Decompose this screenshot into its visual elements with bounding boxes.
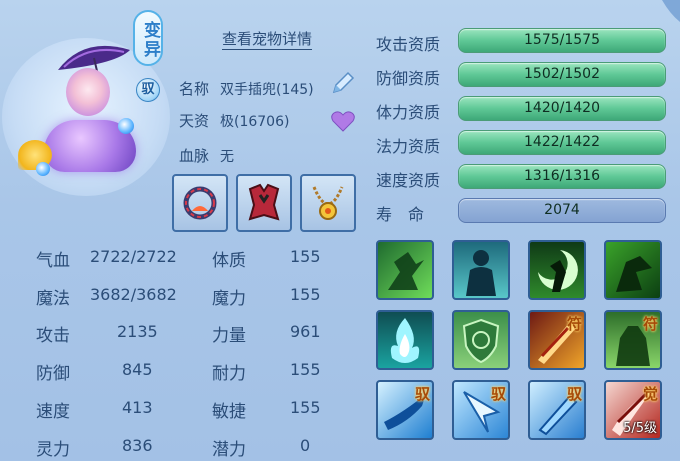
bloodline-label: 血脉: [179, 147, 210, 165]
magic-value: 155: [290, 285, 321, 304]
defense-aptitude-bar: 1502/1502: [458, 62, 666, 87]
shadow-figure-icon: [466, 250, 496, 296]
mana-aptitude-bar: 1422/1422: [458, 130, 666, 155]
hp-value: 2722/2722: [90, 247, 177, 266]
green-shield-icon: [462, 318, 500, 364]
talent-value: 极(16706): [220, 114, 290, 130]
moon-assassin-icon: [538, 250, 578, 292]
skill-slot-7[interactable]: 符: [528, 310, 586, 370]
attack-aptitude-bar: 1575/1575: [458, 28, 666, 53]
orb-icon: [118, 118, 134, 134]
stamina-aptitude-label: 体力资质: [376, 103, 441, 122]
running-warrior-icon: [388, 252, 424, 290]
speed-value: 413: [122, 398, 153, 417]
attack-label: 攻击: [36, 326, 70, 346]
pet-character: [66, 68, 110, 116]
control-tag: 驭: [566, 385, 582, 403]
blue-flame-icon: [390, 318, 420, 363]
mp-value: 3682/3682: [90, 285, 177, 304]
talent-label: 天资: [179, 112, 210, 130]
skill-level: 5/5级: [623, 421, 657, 436]
mana-aptitude-label: 法力资质: [376, 137, 441, 156]
endurance-value: 155: [290, 360, 321, 379]
defense-label: 防御: [36, 364, 70, 384]
awaken-tag: 觉: [642, 385, 658, 403]
agility-value: 155: [290, 398, 321, 417]
potential-value: 0: [300, 436, 311, 455]
corner-ornament-icon: [662, 0, 680, 22]
strength-value: 961: [290, 322, 321, 341]
strength-label: 力量: [212, 326, 246, 346]
speed-label: 速度: [36, 402, 70, 422]
gold-amulet-icon: [312, 186, 344, 220]
pet-name: 双手插兜(145): [220, 82, 314, 98]
constitution-value: 155: [290, 247, 321, 266]
magic-label: 魔力: [212, 289, 246, 309]
skill-slot-12[interactable]: 觉 5/5级: [604, 380, 662, 440]
equip-slot-3[interactable]: [300, 174, 356, 232]
spirit-value: 836: [122, 436, 153, 455]
yu-badge[interactable]: 驭: [136, 78, 160, 102]
control-tag: 驭: [490, 385, 506, 403]
lifespan-label: 寿 命: [376, 205, 425, 224]
view-pet-details-link[interactable]: 查看宠物详情: [222, 28, 312, 49]
stamina-aptitude-bar: 1420/1420: [458, 96, 666, 121]
skill-slot-5[interactable]: [376, 310, 434, 370]
speed-aptitude-label: 速度资质: [376, 171, 441, 190]
skill-slot-2[interactable]: [452, 240, 510, 300]
spirit-label: 灵力: [36, 440, 70, 460]
potential-label: 潜力: [212, 440, 246, 460]
control-tag: 驭: [414, 385, 430, 403]
bloodline-value: 无: [220, 149, 234, 165]
equip-slot-2[interactable]: [236, 174, 292, 232]
defense-value: 845: [122, 360, 153, 379]
green-claw-icon: [616, 256, 652, 292]
skill-slot-6[interactable]: [452, 310, 510, 370]
lifespan-bar: 2074: [458, 198, 666, 223]
name-label: 名称: [179, 80, 210, 98]
endurance-label: 耐力: [212, 364, 246, 384]
red-gem-bracelet-icon: [183, 186, 217, 220]
variant-badge: 变异: [133, 10, 163, 66]
heart-icon[interactable]: [331, 110, 355, 132]
skill-slot-8[interactable]: 符: [604, 310, 662, 370]
skill-slot-9[interactable]: 驭: [376, 380, 434, 440]
mp-label: 魔法: [36, 289, 70, 309]
skill-slot-1[interactable]: [376, 240, 434, 300]
skill-slot-3[interactable]: [528, 240, 586, 300]
constitution-label: 体质: [212, 251, 246, 271]
rune-tag: 符: [642, 315, 658, 333]
equip-slot-1[interactable]: [172, 174, 228, 232]
defense-aptitude-label: 防御资质: [376, 69, 441, 88]
orb-icon: [36, 162, 50, 176]
edit-name-icon[interactable]: [330, 70, 356, 96]
skill-slot-10[interactable]: 驭: [452, 380, 510, 440]
hp-label: 气血: [36, 251, 70, 271]
attack-value: 2135: [117, 322, 158, 341]
skill-slot-4[interactable]: [604, 240, 662, 300]
speed-aptitude-bar: 1316/1316: [458, 164, 666, 189]
red-armor-icon: [248, 183, 280, 221]
attack-aptitude-label: 攻击资质: [376, 35, 441, 54]
skill-slot-11[interactable]: 驭: [528, 380, 586, 440]
rune-tag: 符: [566, 315, 582, 333]
agility-label: 敏捷: [212, 402, 246, 422]
